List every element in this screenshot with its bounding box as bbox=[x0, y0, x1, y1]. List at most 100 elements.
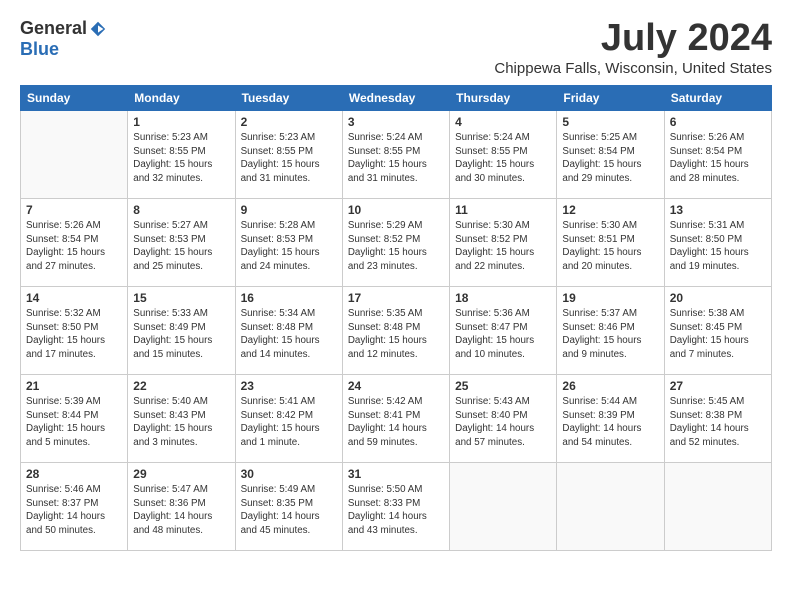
table-row: 1Sunrise: 5:23 AM Sunset: 8:55 PM Daylig… bbox=[128, 110, 235, 198]
calendar-week-row: 7 Sunrise: 5:26 AM Sunset: 8:54 PM Daylig… bbox=[21, 198, 772, 286]
table-row bbox=[450, 462, 557, 550]
cell-date: 19 bbox=[562, 291, 658, 305]
cell-date: 13 bbox=[670, 203, 766, 217]
cell-date: 16 bbox=[241, 291, 337, 305]
logo-icon bbox=[89, 20, 107, 38]
table-row: 6Sunrise: 5:26 AM Sunset: 8:54 PM Daylig… bbox=[664, 110, 771, 198]
table-row bbox=[21, 110, 128, 198]
cell-date: 25 bbox=[455, 379, 551, 393]
table-row: 8Sunrise: 5:27 AM Sunset: 8:53 PM Daylig… bbox=[128, 198, 235, 286]
calendar-week-row: 1Sunrise: 5:23 AM Sunset: 8:55 PM Daylig… bbox=[21, 110, 772, 198]
cell-date: 15 bbox=[133, 291, 229, 305]
cell-info: Sunrise: 5:25 AM Sunset: 8:54 PM Dayligh… bbox=[562, 131, 658, 186]
cell-info: Sunrise: 5:27 AM Sunset: 8:53 PM Dayligh… bbox=[133, 219, 229, 274]
cell-date: 3 bbox=[348, 115, 444, 129]
table-row: 25 Sunrise: 5:43 AM Sunset: 8:40 PM Dayli… bbox=[450, 374, 557, 462]
table-row: 14Sunrise: 5:32 AM Sunset: 8:50 PM Dayli… bbox=[21, 286, 128, 374]
cell-date: 27 bbox=[670, 379, 766, 393]
month-title: July 2024 bbox=[494, 18, 772, 60]
cell-date: 11 bbox=[455, 203, 551, 217]
table-row: 28Sunrise: 5:46 AM Sunset: 8:37 PM Dayli… bbox=[21, 462, 128, 550]
cell-info: Sunrise: 5:44 AM Sunset: 8:39 PM Dayligh… bbox=[562, 395, 658, 450]
table-row: 15 Sunrise: 5:33 AM Sunset: 8:49 PM Dayli… bbox=[128, 286, 235, 374]
cell-date: 10 bbox=[348, 203, 444, 217]
table-row: 24 Sunrise: 5:42 AM Sunset: 8:41 PM Dayli… bbox=[342, 374, 449, 462]
header-tuesday: Tuesday bbox=[235, 85, 342, 110]
table-row bbox=[557, 462, 664, 550]
table-row: 12 Sunrise: 5:30 AM Sunset: 8:51 PM Dayli… bbox=[557, 198, 664, 286]
table-row: 11 Sunrise: 5:30 AM Sunset: 8:52 PM Dayli… bbox=[450, 198, 557, 286]
table-row: 19Sunrise: 5:37 AM Sunset: 8:46 PM Dayli… bbox=[557, 286, 664, 374]
cell-date: 26 bbox=[562, 379, 658, 393]
cell-date: 5 bbox=[562, 115, 658, 129]
title-block: July 2024 Chippewa Falls, Wisconsin, Uni… bbox=[494, 18, 772, 77]
cell-date: 31 bbox=[348, 467, 444, 481]
table-row: 21 Sunrise: 5:39 AM Sunset: 8:44 PM Dayli… bbox=[21, 374, 128, 462]
table-row: 23 Sunrise: 5:41 AM Sunset: 8:42 PM Dayli… bbox=[235, 374, 342, 462]
table-row: 29 Sunrise: 5:47 AM Sunset: 8:36 PM Dayli… bbox=[128, 462, 235, 550]
cell-info: Sunrise: 5:38 AM Sunset: 8:45 PM Dayligh… bbox=[670, 307, 766, 362]
cell-info: Sunrise: 5:40 AM Sunset: 8:43 PM Dayligh… bbox=[133, 395, 229, 450]
cell-date: 7 bbox=[26, 203, 122, 217]
calendar-week-row: 28Sunrise: 5:46 AM Sunset: 8:37 PM Dayli… bbox=[21, 462, 772, 550]
header-monday: Monday bbox=[128, 85, 235, 110]
table-row: 2 Sunrise: 5:23 AM Sunset: 8:55 PM Daylig… bbox=[235, 110, 342, 198]
cell-info: Sunrise: 5:36 AM Sunset: 8:47 PM Dayligh… bbox=[455, 307, 551, 362]
calendar-week-row: 14Sunrise: 5:32 AM Sunset: 8:50 PM Dayli… bbox=[21, 286, 772, 374]
cell-date: 23 bbox=[241, 379, 337, 393]
cell-date: 24 bbox=[348, 379, 444, 393]
cell-date: 30 bbox=[241, 467, 337, 481]
table-row: 5 Sunrise: 5:25 AM Sunset: 8:54 PM Daylig… bbox=[557, 110, 664, 198]
table-row: 10 Sunrise: 5:29 AM Sunset: 8:52 PM Dayli… bbox=[342, 198, 449, 286]
cell-info: Sunrise: 5:47 AM Sunset: 8:36 PM Dayligh… bbox=[133, 483, 229, 538]
calendar-week-row: 21 Sunrise: 5:39 AM Sunset: 8:44 PM Dayli… bbox=[21, 374, 772, 462]
page: General Blue July 2024 Chippewa Falls, W… bbox=[0, 0, 792, 569]
cell-info: Sunrise: 5:39 AM Sunset: 8:44 PM Dayligh… bbox=[26, 395, 122, 450]
cell-info: Sunrise: 5:29 AM Sunset: 8:52 PM Dayligh… bbox=[348, 219, 444, 274]
cell-info: Sunrise: 5:50 AM Sunset: 8:33 PM Dayligh… bbox=[348, 483, 444, 538]
cell-info: Sunrise: 5:42 AM Sunset: 8:41 PM Dayligh… bbox=[348, 395, 444, 450]
cell-info: Sunrise: 5:41 AM Sunset: 8:42 PM Dayligh… bbox=[241, 395, 337, 450]
cell-info: Sunrise: 5:23 AM Sunset: 8:55 PM Dayligh… bbox=[241, 131, 337, 186]
header-friday: Friday bbox=[557, 85, 664, 110]
table-row: 9 Sunrise: 5:28 AM Sunset: 8:53 PM Daylig… bbox=[235, 198, 342, 286]
weekday-header-row: Sunday Monday Tuesday Wednesday Thursday… bbox=[21, 85, 772, 110]
cell-info: Sunrise: 5:31 AM Sunset: 8:50 PM Dayligh… bbox=[670, 219, 766, 274]
cell-info: Sunrise: 5:26 AM Sunset: 8:54 PM Dayligh… bbox=[26, 219, 122, 274]
header-thursday: Thursday bbox=[450, 85, 557, 110]
table-row: 20 Sunrise: 5:38 AM Sunset: 8:45 PM Dayli… bbox=[664, 286, 771, 374]
cell-date: 12 bbox=[562, 203, 658, 217]
cell-info: Sunrise: 5:30 AM Sunset: 8:52 PM Dayligh… bbox=[455, 219, 551, 274]
cell-info: Sunrise: 5:49 AM Sunset: 8:35 PM Dayligh… bbox=[241, 483, 337, 538]
cell-info: Sunrise: 5:23 AM Sunset: 8:55 PM Dayligh… bbox=[133, 131, 229, 186]
header-sunday: Sunday bbox=[21, 85, 128, 110]
logo: General Blue bbox=[20, 18, 107, 60]
table-row: 3 Sunrise: 5:24 AM Sunset: 8:55 PM Daylig… bbox=[342, 110, 449, 198]
calendar: Sunday Monday Tuesday Wednesday Thursday… bbox=[20, 85, 772, 551]
cell-info: Sunrise: 5:34 AM Sunset: 8:48 PM Dayligh… bbox=[241, 307, 337, 362]
cell-date: 22 bbox=[133, 379, 229, 393]
cell-date: 20 bbox=[670, 291, 766, 305]
cell-info: Sunrise: 5:32 AM Sunset: 8:50 PM Dayligh… bbox=[26, 307, 122, 362]
cell-date: 4 bbox=[455, 115, 551, 129]
cell-info: Sunrise: 5:24 AM Sunset: 8:55 PM Dayligh… bbox=[348, 131, 444, 186]
cell-info: Sunrise: 5:28 AM Sunset: 8:53 PM Dayligh… bbox=[241, 219, 337, 274]
table-row bbox=[664, 462, 771, 550]
table-row: 13 Sunrise: 5:31 AM Sunset: 8:50 PM Dayli… bbox=[664, 198, 771, 286]
table-row: 30 Sunrise: 5:49 AM Sunset: 8:35 PM Dayli… bbox=[235, 462, 342, 550]
table-row: 17Sunrise: 5:35 AM Sunset: 8:48 PM Dayli… bbox=[342, 286, 449, 374]
cell-date: 9 bbox=[241, 203, 337, 217]
cell-info: Sunrise: 5:33 AM Sunset: 8:49 PM Dayligh… bbox=[133, 307, 229, 362]
cell-date: 2 bbox=[241, 115, 337, 129]
table-row: 18 Sunrise: 5:36 AM Sunset: 8:47 PM Dayli… bbox=[450, 286, 557, 374]
cell-date: 29 bbox=[133, 467, 229, 481]
table-row: 16 Sunrise: 5:34 AM Sunset: 8:48 PM Dayli… bbox=[235, 286, 342, 374]
header: General Blue July 2024 Chippewa Falls, W… bbox=[20, 18, 772, 77]
cell-date: 18 bbox=[455, 291, 551, 305]
logo-blue: Blue bbox=[20, 39, 59, 60]
table-row: 7 Sunrise: 5:26 AM Sunset: 8:54 PM Daylig… bbox=[21, 198, 128, 286]
cell-info: Sunrise: 5:43 AM Sunset: 8:40 PM Dayligh… bbox=[455, 395, 551, 450]
cell-date: 21 bbox=[26, 379, 122, 393]
header-wednesday: Wednesday bbox=[342, 85, 449, 110]
cell-info: Sunrise: 5:30 AM Sunset: 8:51 PM Dayligh… bbox=[562, 219, 658, 274]
